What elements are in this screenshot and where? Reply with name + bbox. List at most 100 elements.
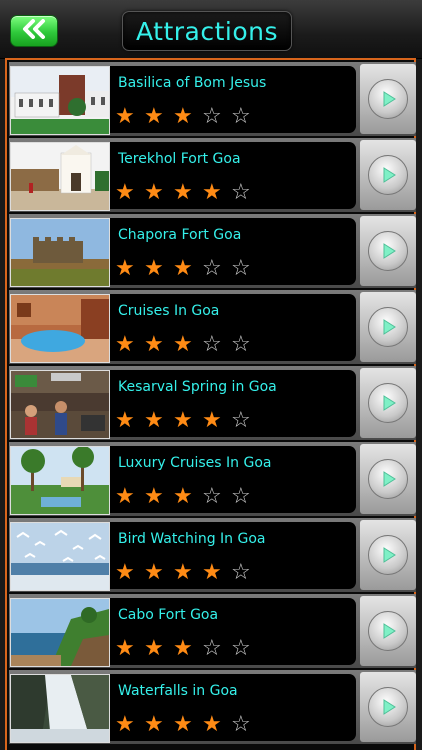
star-rating: ★ ★ ★ ☆ ☆ <box>115 258 260 280</box>
star-empty-icon: ☆ <box>231 256 251 281</box>
open-attraction-button[interactable] <box>360 444 416 514</box>
attraction-photo <box>10 66 110 135</box>
star-rating: ★ ★ ★ ☆ ☆ <box>115 106 260 128</box>
star-empty-icon: ☆ <box>231 180 251 205</box>
star-rating: ★ ★ ★ ★ ☆ <box>115 410 260 432</box>
attraction-title: Bird Watching In Goa <box>118 531 266 547</box>
star-filled-icon: ★ <box>115 560 135 585</box>
star-filled-icon: ★ <box>115 256 135 281</box>
star-filled-icon: ★ <box>173 560 193 585</box>
attraction-photo <box>10 294 110 363</box>
star-filled-icon: ★ <box>144 408 164 433</box>
attraction-title: Basilica of Bom Jesus <box>118 75 267 91</box>
back-button[interactable] <box>10 15 58 47</box>
star-rating: ★ ★ ★ ★ ☆ <box>115 562 260 584</box>
attraction-photo <box>10 370 110 439</box>
page-title: Attractions <box>135 16 279 46</box>
attraction-title: Kesarval Spring in Goa <box>118 379 277 395</box>
list-item[interactable]: Cruises In Goa ★ ★ ★ ☆ ☆ <box>9 290 416 364</box>
attraction-title: Luxury Cruises In Goa <box>118 455 272 471</box>
open-attraction-button[interactable] <box>360 292 416 362</box>
open-attraction-button[interactable] <box>360 368 416 438</box>
star-empty-icon: ☆ <box>231 712 251 737</box>
star-filled-icon: ★ <box>173 332 193 357</box>
star-filled-icon: ★ <box>202 408 222 433</box>
star-filled-icon: ★ <box>115 712 135 737</box>
star-filled-icon: ★ <box>115 408 135 433</box>
list-item[interactable]: Chapora Fort Goa ★ ★ ★ ☆ ☆ <box>9 214 416 288</box>
open-attraction-button[interactable] <box>360 216 416 286</box>
star-filled-icon: ★ <box>173 104 193 129</box>
attraction-title: Terekhol Fort Goa <box>118 151 241 167</box>
play-arrow-icon <box>368 155 408 195</box>
star-filled-icon: ★ <box>202 712 222 737</box>
open-attraction-button[interactable] <box>360 520 416 590</box>
list-item[interactable]: Terekhol Fort Goa ★ ★ ★ ★ ☆ <box>9 138 416 212</box>
list-item[interactable]: Luxury Cruises In Goa ★ ★ ★ ☆ ☆ <box>9 442 416 516</box>
open-attraction-button[interactable] <box>360 64 416 134</box>
star-rating: ★ ★ ★ ☆ ☆ <box>115 334 260 356</box>
attractions-list[interactable]: Basilica of Bom Jesus ★ ★ ★ ☆ ☆ Terekhol… <box>5 58 416 750</box>
star-filled-icon: ★ <box>144 332 164 357</box>
star-filled-icon: ★ <box>144 712 164 737</box>
attraction-info: Basilica of Bom Jesus ★ ★ ★ ☆ ☆ <box>110 66 356 133</box>
attraction-title: Waterfalls in Goa <box>118 683 238 699</box>
attraction-photo <box>10 674 110 743</box>
star-filled-icon: ★ <box>202 560 222 585</box>
attraction-photo <box>10 522 110 591</box>
play-arrow-icon <box>368 79 408 119</box>
play-arrow-icon <box>368 535 408 575</box>
attraction-info: Chapora Fort Goa ★ ★ ★ ☆ ☆ <box>110 218 356 285</box>
star-empty-icon: ☆ <box>231 484 251 509</box>
star-empty-icon: ☆ <box>202 332 222 357</box>
attraction-info: Bird Watching In Goa ★ ★ ★ ★ ☆ <box>110 522 356 589</box>
list-item[interactable]: Basilica of Bom Jesus ★ ★ ★ ☆ ☆ <box>9 62 416 136</box>
attraction-title: Cruises In Goa <box>118 303 220 319</box>
play-arrow-icon <box>368 611 408 651</box>
play-arrow-icon <box>368 383 408 423</box>
star-empty-icon: ☆ <box>231 636 251 661</box>
star-rating: ★ ★ ★ ★ ☆ <box>115 714 260 736</box>
star-filled-icon: ★ <box>115 104 135 129</box>
attraction-info: Cabo Fort Goa ★ ★ ★ ☆ ☆ <box>110 598 356 665</box>
star-filled-icon: ★ <box>173 712 193 737</box>
open-attraction-button[interactable] <box>360 672 416 742</box>
list-item[interactable]: Kesarval Spring in Goa ★ ★ ★ ★ ☆ <box>9 366 416 440</box>
star-filled-icon: ★ <box>115 180 135 205</box>
star-filled-icon: ★ <box>173 256 193 281</box>
attraction-photo <box>10 446 110 515</box>
star-empty-icon: ☆ <box>231 408 251 433</box>
attraction-photo <box>10 598 110 667</box>
star-empty-icon: ☆ <box>231 104 251 129</box>
list-item[interactable]: Bird Watching In Goa ★ ★ ★ ★ ☆ <box>9 518 416 592</box>
list-item[interactable]: Cabo Fort Goa ★ ★ ★ ☆ ☆ <box>9 594 416 668</box>
list-item[interactable]: Waterfalls in Goa ★ ★ ★ ★ ☆ <box>9 670 416 744</box>
star-empty-icon: ☆ <box>231 560 251 585</box>
star-filled-icon: ★ <box>115 332 135 357</box>
star-empty-icon: ☆ <box>231 332 251 357</box>
star-filled-icon: ★ <box>173 180 193 205</box>
star-empty-icon: ☆ <box>202 104 222 129</box>
star-filled-icon: ★ <box>144 636 164 661</box>
attraction-photo <box>10 142 110 211</box>
star-rating: ★ ★ ★ ★ ☆ <box>115 182 260 204</box>
star-empty-icon: ☆ <box>202 484 222 509</box>
star-filled-icon: ★ <box>202 180 222 205</box>
double-chevron-left-icon <box>19 19 49 43</box>
attraction-photo <box>10 218 110 287</box>
title-box: Attractions <box>122 11 292 51</box>
star-filled-icon: ★ <box>173 484 193 509</box>
star-filled-icon: ★ <box>144 560 164 585</box>
open-attraction-button[interactable] <box>360 140 416 210</box>
play-arrow-icon <box>368 307 408 347</box>
attraction-title: Cabo Fort Goa <box>118 607 219 623</box>
attraction-title: Chapora Fort Goa <box>118 227 242 243</box>
star-filled-icon: ★ <box>144 104 164 129</box>
open-attraction-button[interactable] <box>360 596 416 666</box>
star-filled-icon: ★ <box>173 408 193 433</box>
star-empty-icon: ☆ <box>202 636 222 661</box>
star-rating: ★ ★ ★ ☆ ☆ <box>115 638 260 660</box>
star-filled-icon: ★ <box>144 180 164 205</box>
star-filled-icon: ★ <box>144 256 164 281</box>
play-arrow-icon <box>368 459 408 499</box>
